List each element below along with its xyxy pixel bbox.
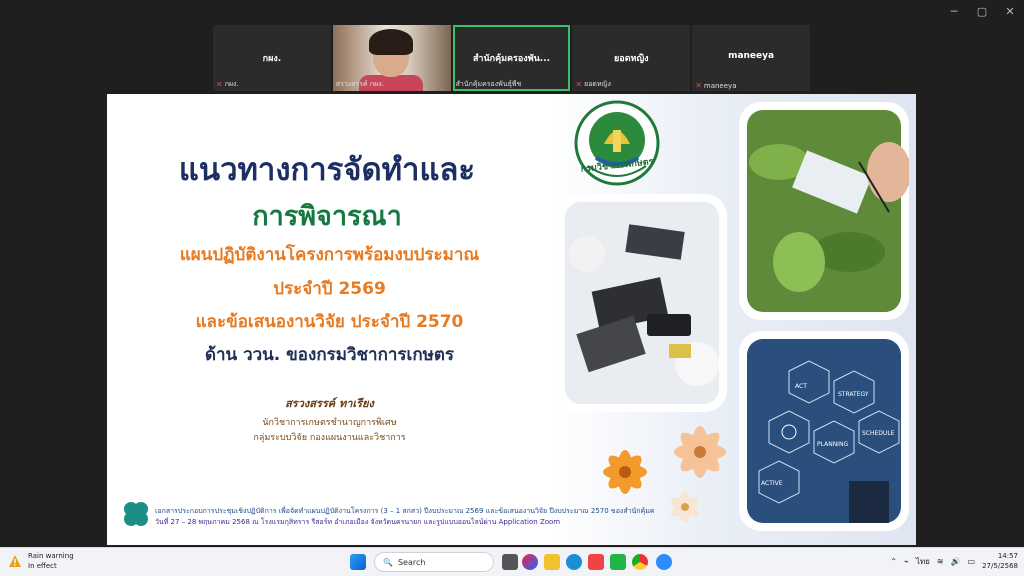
strategy-planning-photo: ACT STRATEGY SCHEDULE PLANNING ACTIVE bbox=[739, 331, 909, 531]
volume-icon[interactable]: 🔊 bbox=[951, 557, 961, 566]
clock-date: 27/5/2568 bbox=[982, 562, 1018, 570]
author-name: สรวงสรรค์ ทาเรียง bbox=[285, 397, 374, 410]
slide-subtitle-line2: ประจำปี 2569 bbox=[273, 279, 386, 299]
slide-subtitle-line1: แผนปฏิบัติงานโครงการพร้อมงบประมาณ bbox=[179, 245, 480, 265]
minimize-button[interactable]: ─ bbox=[940, 0, 968, 22]
plant-research-photo bbox=[739, 102, 909, 320]
participant-label: สรวงสรรค์ กผง. bbox=[335, 80, 384, 88]
participant-tile[interactable]: กผง. ✕ กผง. bbox=[213, 25, 331, 91]
slide-subtitle-line3: และข้อเสนองานวิจัย ประจำปี 2570 bbox=[195, 312, 464, 332]
author-department: กลุ่มระบบวิจัย กองแผนงานและวิชาการ bbox=[253, 433, 406, 443]
line-app-icon[interactable] bbox=[610, 554, 626, 570]
office-photo bbox=[557, 194, 727, 412]
edge-browser-icon[interactable] bbox=[566, 554, 582, 570]
mic-muted-icon: ✕ bbox=[695, 81, 702, 90]
participant-label: ยอดหญิง bbox=[584, 80, 611, 88]
tray-overflow-icon[interactable]: ⌃ bbox=[890, 557, 897, 566]
copilot-icon[interactable] bbox=[522, 554, 538, 570]
task-view-icon[interactable] bbox=[502, 554, 518, 570]
shared-slide: แนวทางการจัดทำและ การพิจารณา แผนปฏิบัติง… bbox=[107, 94, 916, 545]
flower-decoration bbox=[603, 426, 726, 523]
search-placeholder: Search bbox=[397, 557, 426, 567]
slide-title-line2: การพิจารณา bbox=[252, 201, 402, 232]
taskbar-search[interactable]: 🔍 Search bbox=[374, 552, 494, 572]
network-icon[interactable]: ⌁ bbox=[904, 557, 909, 566]
slide-footer-line1: เอกสารประกอบการประชุมเชิงปฏิบัติการ เพื่… bbox=[155, 507, 655, 515]
clover-icon bbox=[124, 502, 148, 526]
participant-label: maneeya bbox=[703, 81, 737, 90]
store-icon[interactable] bbox=[588, 554, 604, 570]
participant-tile[interactable]: maneeya ✕ maneeya bbox=[692, 25, 810, 91]
mic-muted-icon: ✕ bbox=[216, 80, 223, 89]
clock-time: 14:57 bbox=[997, 552, 1018, 560]
windows-start-icon[interactable] bbox=[350, 554, 366, 570]
participant-name: ยอดหญิง bbox=[614, 54, 649, 64]
system-tray: ⌃ ⌁ ไทย ≋ 🔊 ▭ 14:57 27/5/2568 bbox=[890, 551, 1018, 571]
slide-subtitle-line4: ด้าน ววน. ของกรมวิชาการเกษตร bbox=[204, 345, 455, 365]
slide-footer-line2: วันที่ 27 – 28 พฤษภาคม 2568 ณ โรงแรมกุสิ… bbox=[155, 518, 561, 526]
maximize-button[interactable]: ▢ bbox=[968, 0, 996, 22]
hex-label: SCHEDULE bbox=[862, 430, 895, 437]
author-title: นักวิชาการเกษตรชำนาญการพิเศษ bbox=[262, 418, 397, 428]
slide-title-line1: แนวทางการจัดทำและ bbox=[178, 152, 476, 188]
participant-strip: กผง. ✕ กผง. สรวงสรรค์ กผง. สำนักคุ้มครองพ… bbox=[213, 25, 810, 91]
zoom-app-icon[interactable] bbox=[656, 554, 672, 570]
participant-label: สำนักคุ้มครองพันธุ์พืช bbox=[455, 80, 522, 88]
participant-tile-active-speaker[interactable]: สำนักคุ้มครองพัน... สำนักคุ้มครองพันธุ์พ… bbox=[452, 25, 571, 91]
language-indicator[interactable]: ไทย bbox=[916, 555, 930, 568]
chrome-icon[interactable] bbox=[632, 554, 648, 570]
participant-tile[interactable]: ยอดหญิง ✕ ยอดหญิง bbox=[572, 25, 691, 91]
mic-muted-icon: ✕ bbox=[575, 80, 583, 89]
participant-name: สำนักคุ้มครองพัน... bbox=[472, 54, 551, 64]
warning-icon bbox=[9, 555, 21, 567]
participant-label: กผง. bbox=[224, 80, 239, 88]
file-explorer-icon[interactable] bbox=[544, 554, 560, 570]
weather-subtitle: In effect bbox=[28, 562, 57, 570]
weather-title: Rain warning bbox=[28, 552, 74, 560]
close-button[interactable]: ✕ bbox=[996, 0, 1024, 22]
hex-label: STRATEGY bbox=[838, 391, 869, 398]
wifi-icon[interactable]: ≋ bbox=[937, 557, 944, 566]
hex-label: ACTIVE bbox=[761, 480, 783, 487]
weather-widget[interactable]: Rain warning In effect bbox=[8, 551, 74, 571]
hex-label: ACT bbox=[795, 383, 807, 390]
hex-label: PLANNING bbox=[817, 441, 848, 448]
taskbar: Rain warning In effect 🔍 Search ⌃ ⌁ ไทย ≋… bbox=[0, 547, 1024, 576]
window-controls: ─ ▢ ✕ bbox=[940, 0, 1024, 22]
search-icon: 🔍 bbox=[383, 557, 393, 567]
battery-icon[interactable]: ▭ bbox=[968, 557, 976, 566]
participant-name: กผง. bbox=[262, 54, 282, 64]
participant-name: maneeya bbox=[728, 51, 775, 61]
participant-tile-video[interactable]: สรวงสรรค์ กผง. bbox=[332, 25, 451, 91]
clock[interactable]: 14:57 27/5/2568 bbox=[982, 551, 1018, 571]
